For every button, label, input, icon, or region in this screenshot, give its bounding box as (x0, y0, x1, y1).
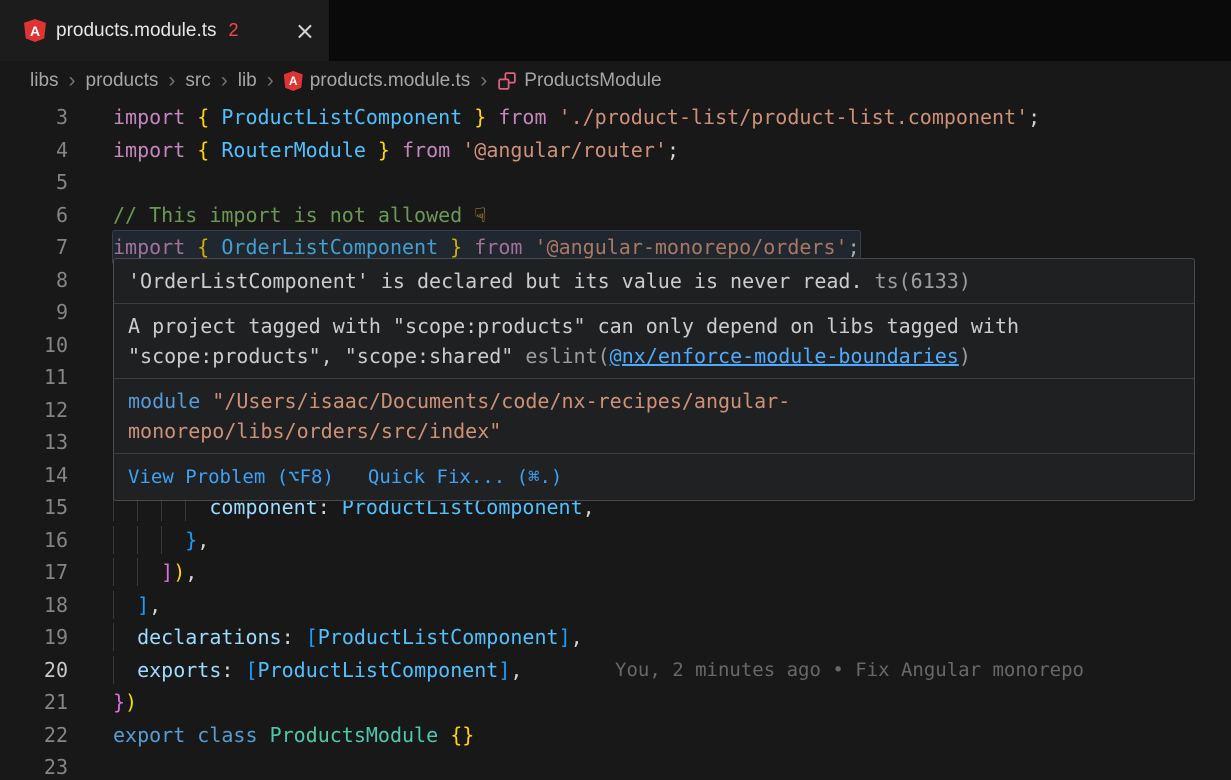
breadcrumb-item-src[interactable]: src (185, 70, 210, 92)
line-number[interactable]: 8 (0, 264, 68, 297)
code-text: // This import is not allowed ☟ (113, 199, 486, 232)
tab-problems-count: 2 (229, 20, 239, 41)
close-icon[interactable]: × (295, 19, 315, 43)
line-number[interactable]: 5 (0, 166, 68, 199)
code-line-4[interactable]: 4 import { RouterModule } from '@angular/… (0, 134, 1231, 167)
code-line-22[interactable]: 22 export class ProductsModule {} (0, 719, 1231, 752)
code-line-21[interactable]: 21}) (0, 686, 1231, 719)
breadcrumb-label: lib (238, 70, 257, 92)
code-text: }) (113, 686, 137, 719)
breadcrumb-separator: › (480, 69, 487, 93)
breadcrumb-separator: › (221, 69, 228, 93)
line-number[interactable]: 6 (0, 199, 68, 232)
breadcrumb-item-lib[interactable]: lib (238, 70, 257, 92)
code-line-16[interactable]: 16 }, (0, 524, 1231, 557)
breadcrumb-item-products-module-ts[interactable]: Aproducts.module.ts (284, 70, 471, 92)
line-number[interactable]: 16 (0, 524, 68, 557)
hover-message-eslint: A project tagged with "scope:products" c… (114, 304, 1194, 379)
breadcrumb-label: products (86, 70, 159, 92)
breadcrumb-label: src (185, 70, 210, 92)
code-text: export class ProductsModule {} (113, 719, 474, 752)
line-number[interactable]: 22 (0, 719, 68, 752)
code-line-6[interactable]: 6 // This import is not allowed ☟ (0, 199, 1231, 232)
line-number[interactable]: 7 (0, 231, 68, 264)
angular-icon: A (284, 71, 303, 91)
tab-bar: A products.module.ts 2 × (0, 0, 1231, 61)
line-number[interactable]: 21 (0, 686, 68, 719)
hover-statusbar: View Problem (⌥F8) Quick Fix... (⌘.) (114, 454, 1194, 500)
code-line-3[interactable]: 3 import { ProductListComponent } from '.… (0, 101, 1231, 134)
tab-title: products.module.ts (56, 20, 217, 42)
code-line-23[interactable]: 23 (0, 751, 1231, 780)
tab-products-module-ts[interactable]: A products.module.ts 2 × (0, 0, 330, 61)
eslint-rule-link[interactable]: @nx/enforce-module-boundaries (610, 344, 959, 368)
breadcrumb: libs › products › src › lib › Aproducts.module.t… (0, 61, 1231, 101)
code-text: ], (113, 589, 161, 622)
view-problem-link[interactable]: View Problem (⌥F8) (128, 462, 334, 492)
hover-widget: 'OrderListComponent' is declared but its… (113, 258, 1195, 501)
line-number[interactable]: 4 (0, 134, 68, 167)
line-number[interactable]: 14 (0, 459, 68, 492)
breadcrumb-label: libs (30, 70, 59, 92)
line-number[interactable]: 19 (0, 621, 68, 654)
hover-message-module: module "/Users/isaac/Documents/code/nx-r… (114, 379, 1194, 454)
git-blame-annotation: You, 2 minutes ago • Fix Angular monorep… (615, 654, 1084, 687)
class-symbol-icon (497, 71, 517, 91)
code-text: import { ProductListComponent } from './… (113, 101, 1040, 134)
breadcrumb-label: ProductsModule (524, 70, 661, 92)
line-number[interactable]: 11 (0, 361, 68, 394)
breadcrumb-item-libs[interactable]: libs (30, 70, 59, 92)
breadcrumb-separator: › (69, 69, 76, 93)
line-number[interactable]: 3 (0, 101, 68, 134)
angular-icon: A (24, 19, 46, 42)
breadcrumb-separator: › (267, 69, 274, 93)
code-line-19[interactable]: 19 declarations: [ProductListComponent], (0, 621, 1231, 654)
code-text: declarations: [ProductListComponent], (113, 621, 583, 654)
line-number[interactable]: 13 (0, 426, 68, 459)
code-text: }, (113, 524, 209, 557)
code-line-20[interactable]: 20 exports: [ProductListComponent], You, … (0, 654, 1231, 687)
line-number[interactable]: 9 (0, 296, 68, 329)
breadcrumb-separator: › (168, 69, 175, 93)
code-line-18[interactable]: 18 ], (0, 589, 1231, 622)
code-text: ]), (113, 556, 197, 589)
line-number[interactable]: 20 (0, 654, 68, 687)
line-number[interactable]: 18 (0, 589, 68, 622)
hover-message-unused: 'OrderListComponent' is declared but its… (114, 259, 1194, 304)
code-text: import { RouterModule } from '@angular/r… (113, 134, 679, 167)
line-number[interactable]: 15 (0, 491, 68, 524)
line-number[interactable]: 17 (0, 556, 68, 589)
code-line-5[interactable]: 5 (0, 166, 1231, 199)
line-number[interactable]: 12 (0, 394, 68, 427)
breadcrumb-item-productsmodule[interactable]: ProductsModule (497, 70, 661, 92)
line-number[interactable]: 10 (0, 329, 68, 362)
breadcrumb-label: products.module.ts (310, 70, 471, 92)
code-text: exports: [ProductListComponent], (113, 654, 522, 687)
code-line-17[interactable]: 17 ]), (0, 556, 1231, 589)
line-number[interactable]: 23 (0, 751, 68, 780)
quick-fix-link[interactable]: Quick Fix... (⌘.) (368, 462, 562, 492)
breadcrumb-item-products[interactable]: products (86, 70, 159, 92)
